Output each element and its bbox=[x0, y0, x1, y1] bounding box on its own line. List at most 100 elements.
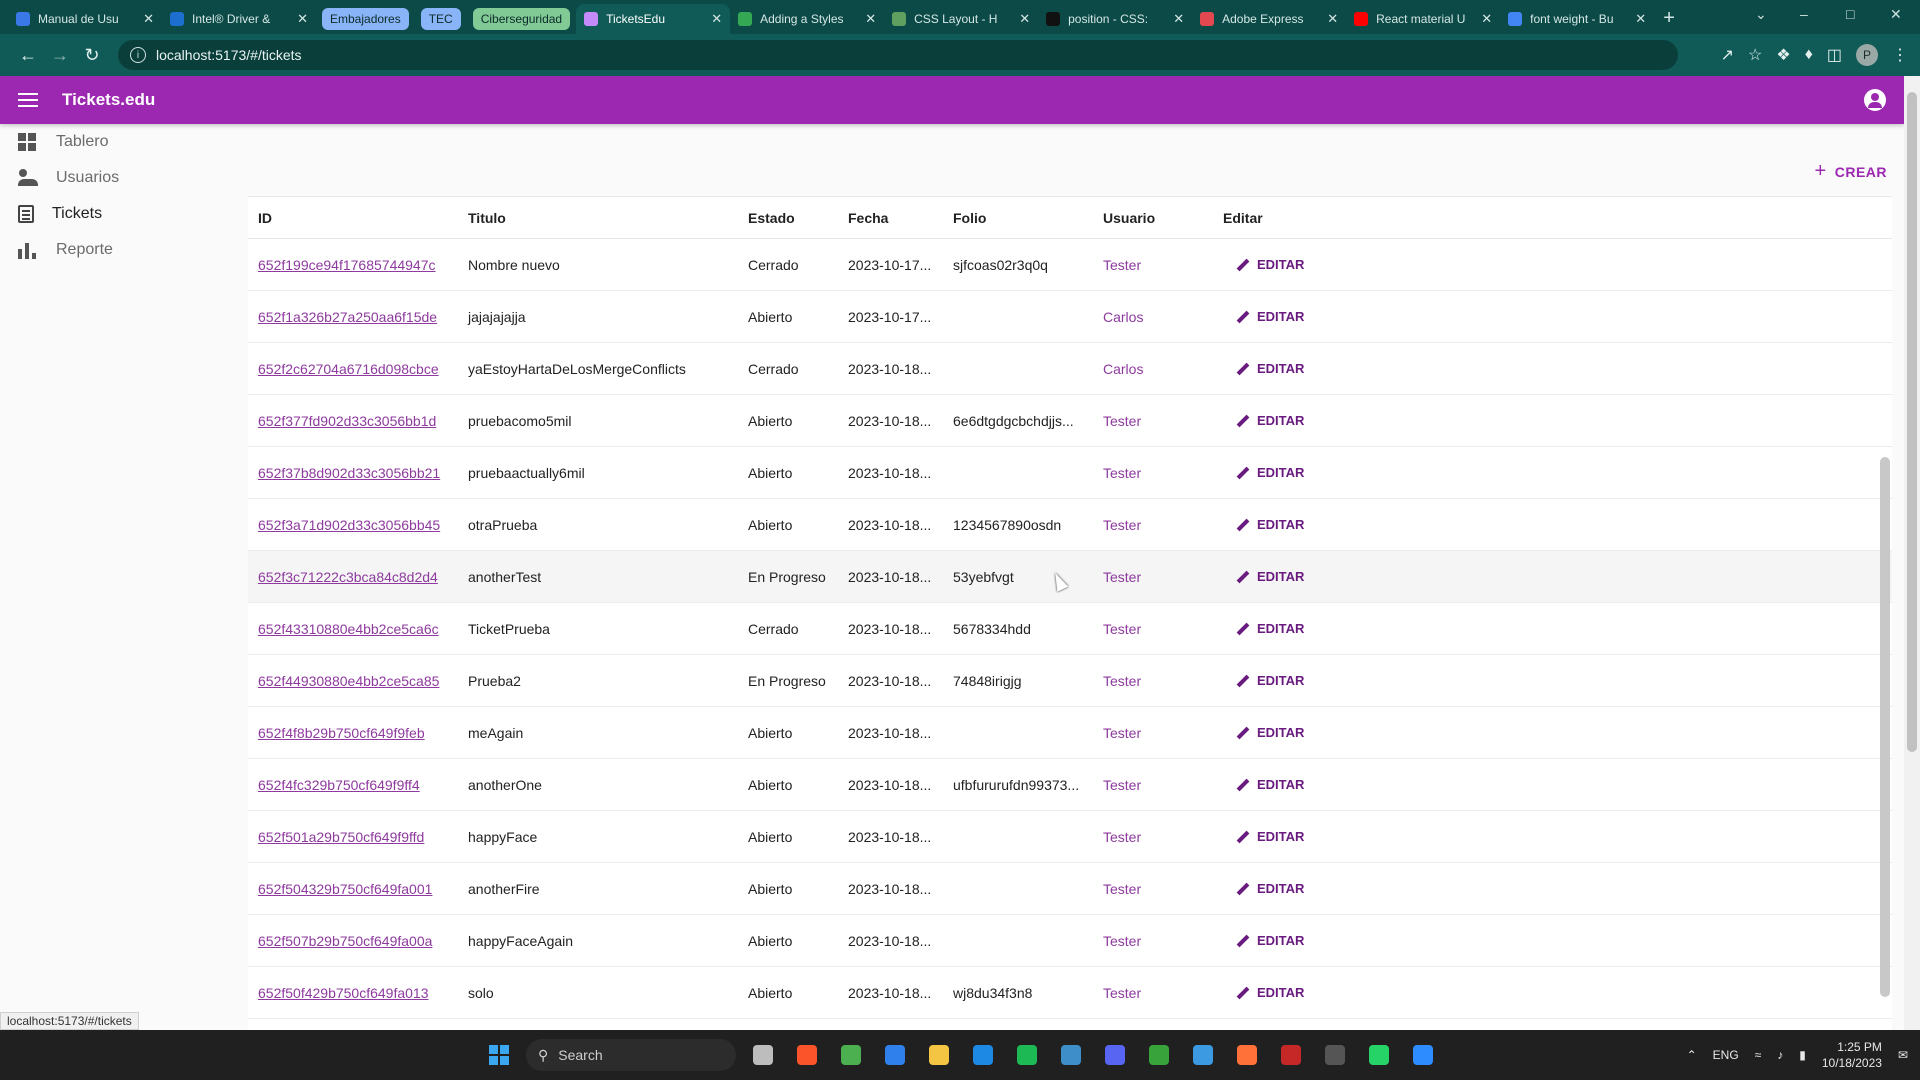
reload-icon[interactable]: ↻ bbox=[76, 45, 108, 66]
browser-tab[interactable]: CSS Layout - H ✕ bbox=[884, 4, 1038, 34]
sidebar-item-reporte[interactable]: Reporte bbox=[0, 232, 240, 268]
column-header[interactable]: Estado bbox=[738, 210, 838, 226]
steam-taskbar-button[interactable] bbox=[1054, 1038, 1088, 1072]
taskbar-search[interactable]: ⚲ Search bbox=[526, 1039, 736, 1071]
language-indicator[interactable]: ENG bbox=[1713, 1048, 1739, 1062]
ticket-id-link[interactable]: 652f377fd902d33c3056bb1d bbox=[248, 413, 458, 429]
table-row[interactable]: 652f4f8b29b750cf649f9feb meAgain Abierto 20… bbox=[248, 707, 1892, 759]
ticket-user-link[interactable]: Carlos bbox=[1093, 309, 1213, 325]
table-row[interactable]: 652f501a29b750cf649f9ffd happyFace Abierto… bbox=[248, 811, 1892, 863]
forward-icon[interactable]: → bbox=[44, 45, 76, 66]
sidebar-item-usuarios[interactable]: Usuarios bbox=[0, 160, 240, 196]
table-row[interactable]: 652f3a71d902d33c3056bb45 otraPrueba Abiert… bbox=[248, 499, 1892, 551]
ticket-user-link[interactable]: Tester bbox=[1093, 517, 1213, 533]
file-manager-taskbar-button[interactable] bbox=[746, 1038, 780, 1072]
terminal-taskbar-button[interactable] bbox=[1318, 1038, 1352, 1072]
close-tab-icon[interactable]: ✕ bbox=[143, 11, 154, 27]
volume-icon[interactable]: ♪ bbox=[1777, 1048, 1783, 1062]
close-tab-icon[interactable]: ✕ bbox=[865, 11, 876, 27]
table-row[interactable]: 652f2c62704a6716d098cbce yaEstoyHartaDeLo… bbox=[248, 343, 1892, 395]
ticket-id-link[interactable]: 652f1a326b27a250aa6f15de bbox=[248, 309, 458, 325]
browser-tab[interactable]: position - CSS: ✕ bbox=[1038, 4, 1192, 34]
page-scrollbar-thumb[interactable] bbox=[1907, 92, 1917, 752]
ticket-user-link[interactable]: Tester bbox=[1093, 413, 1213, 429]
ticket-id-link[interactable]: 652f43310880e4bb2ce5ca6c bbox=[248, 621, 458, 637]
ticket-user-link[interactable]: Tester bbox=[1093, 621, 1213, 637]
tab-group-chip[interactable]: TEC bbox=[420, 8, 461, 30]
column-header[interactable]: Usuario bbox=[1093, 210, 1213, 226]
app-red-taskbar-button[interactable] bbox=[1274, 1038, 1308, 1072]
table-row[interactable]: 652f507b29b750cf649fa00a happyFaceAgain Ab… bbox=[248, 915, 1892, 967]
clock[interactable]: 1:25 PM 10/18/2023 bbox=[1822, 1039, 1882, 1071]
sidebar-item-tickets[interactable]: Tickets bbox=[0, 196, 240, 232]
close-tab-icon[interactable]: ✕ bbox=[1019, 11, 1030, 27]
extension-icon[interactable]: ❖ bbox=[1776, 45, 1790, 65]
edit-button[interactable]: EDITAR bbox=[1223, 933, 1333, 948]
column-header[interactable]: Folio bbox=[943, 210, 1093, 226]
sidebar-item-tablero[interactable]: Tablero bbox=[0, 124, 240, 160]
close-tab-icon[interactable]: ✕ bbox=[711, 11, 722, 27]
ticket-user-link[interactable]: Tester bbox=[1093, 673, 1213, 689]
puzzle-icon[interactable]: ♦ bbox=[1805, 46, 1813, 64]
profile-avatar[interactable]: P bbox=[1856, 44, 1878, 66]
column-header[interactable]: Titulo bbox=[458, 210, 738, 226]
edit-button[interactable]: EDITAR bbox=[1223, 569, 1333, 584]
chrome-active-taskbar-button[interactable] bbox=[966, 1038, 1000, 1072]
edit-button[interactable]: EDITAR bbox=[1223, 881, 1333, 896]
column-header[interactable]: Fecha bbox=[838, 210, 943, 226]
ticket-user-link[interactable]: Tester bbox=[1093, 881, 1213, 897]
create-ticket-button[interactable]: + CREAR bbox=[1815, 160, 1887, 183]
table-row[interactable]: 652f4fc329b750cf649f9ff4 anotherOne Abiert… bbox=[248, 759, 1892, 811]
close-tab-icon[interactable]: ✕ bbox=[1173, 11, 1184, 27]
tab-search-icon[interactable]: ⌄ bbox=[1755, 6, 1767, 23]
edit-button[interactable]: EDITAR bbox=[1223, 257, 1333, 272]
kebab-menu-icon[interactable]: ⋮ bbox=[1892, 45, 1908, 65]
edit-button[interactable]: EDITAR bbox=[1223, 777, 1333, 792]
column-header[interactable]: Editar bbox=[1213, 210, 1333, 226]
brave-taskbar-button[interactable] bbox=[790, 1038, 824, 1072]
edit-button[interactable]: EDITAR bbox=[1223, 621, 1333, 636]
ticket-user-link[interactable]: Tester bbox=[1093, 933, 1213, 949]
discord-taskbar-button[interactable] bbox=[1098, 1038, 1132, 1072]
ticket-id-link[interactable]: 652f37b8d902d33c3056bb21 bbox=[248, 465, 458, 481]
maximize-icon[interactable]: □ bbox=[1846, 6, 1854, 22]
tab-group-chip[interactable]: Ciberseguridad bbox=[472, 8, 571, 30]
ticket-user-link[interactable]: Tester bbox=[1093, 257, 1213, 273]
edit-button[interactable]: EDITAR bbox=[1223, 985, 1333, 1000]
minimize-icon[interactable]: – bbox=[1800, 6, 1808, 22]
ticket-user-link[interactable]: Tester bbox=[1093, 569, 1213, 585]
bookmark-star-icon[interactable]: ☆ bbox=[1748, 45, 1762, 65]
side-panel-icon[interactable]: ◫ bbox=[1827, 45, 1842, 65]
ticket-id-link[interactable]: 652f4f8b29b750cf649f9feb bbox=[248, 725, 458, 741]
ticket-id-link[interactable]: 652f44930880e4bb2ce5ca85 bbox=[248, 673, 458, 689]
table-row[interactable]: 652f37b8d902d33c3056bb21 pruebaactually6m… bbox=[248, 447, 1892, 499]
edit-button[interactable]: EDITAR bbox=[1223, 465, 1333, 480]
tab-group-chip[interactable]: Embajadores bbox=[322, 8, 409, 30]
ticket-id-link[interactable]: 652f199ce94f17685744947c bbox=[248, 257, 458, 273]
ticket-id-link[interactable]: 652f504329b750cf649fa001 bbox=[248, 881, 458, 897]
hamburger-menu-icon[interactable] bbox=[18, 93, 38, 107]
chevron-up-icon[interactable]: ⌃ bbox=[1687, 1048, 1697, 1062]
share-icon[interactable]: ↗ bbox=[1721, 45, 1734, 65]
firefox-taskbar-button[interactable] bbox=[1230, 1038, 1264, 1072]
ticket-user-link[interactable]: Tester bbox=[1093, 725, 1213, 741]
ticket-user-link[interactable]: Tester bbox=[1093, 465, 1213, 481]
xbox-taskbar-button[interactable] bbox=[1142, 1038, 1176, 1072]
ticket-id-link[interactable]: 652f50f429b750cf649fa013 bbox=[248, 985, 458, 1001]
browser-tab[interactable]: Manual de Usu ✕ bbox=[8, 4, 162, 34]
table-row[interactable]: 652f1a326b27a250aa6f15de jajajajajja Abier… bbox=[248, 291, 1892, 343]
close-window-icon[interactable]: ✕ bbox=[1890, 6, 1902, 23]
browser-tab[interactable]: Adding a Styles ✕ bbox=[730, 4, 884, 34]
ticket-user-link[interactable]: Carlos bbox=[1093, 361, 1213, 377]
new-tab-icon[interactable]: + bbox=[1654, 7, 1684, 30]
ticket-user-link[interactable]: Tester bbox=[1093, 985, 1213, 1001]
table-row[interactable]: 652f50f429b750cf649fa013 solo Abierto 2023-… bbox=[248, 967, 1892, 1019]
battery-icon[interactable]: ▮ bbox=[1799, 1048, 1806, 1062]
close-tab-icon[interactable]: ✕ bbox=[1635, 11, 1646, 27]
close-tab-icon[interactable]: ✕ bbox=[297, 11, 308, 27]
close-tab-icon[interactable]: ✕ bbox=[1481, 11, 1492, 27]
site-info-icon[interactable]: i bbox=[130, 47, 146, 63]
vscode-taskbar-button[interactable] bbox=[878, 1038, 912, 1072]
table-row[interactable]: 652f199ce94f17685744947c Nombre nuevo Cerr… bbox=[248, 239, 1892, 291]
browser-tab[interactable]: Adobe Express ✕ bbox=[1192, 4, 1346, 34]
